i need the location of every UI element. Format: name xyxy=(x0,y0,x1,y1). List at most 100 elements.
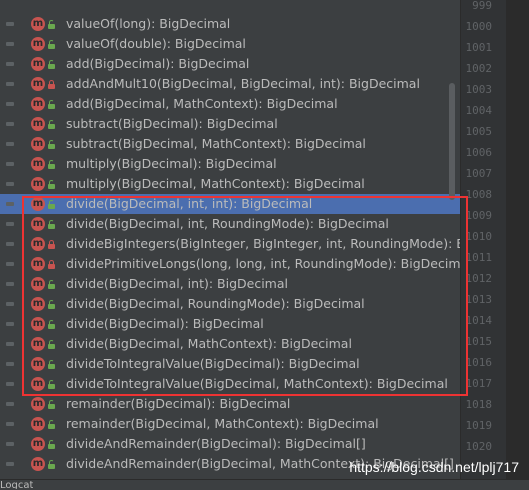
line-number: 1020 xyxy=(465,440,493,453)
member-row[interactable]: m subtract(BigDecimal, MathContext): BigD… xyxy=(0,134,460,154)
line-number: 1005 xyxy=(465,125,493,138)
logcat-tab[interactable]: Logcat xyxy=(0,479,33,489)
line-number: 1009 xyxy=(465,209,493,222)
member-signature: divideBigIntegers(BigInteger, BigInteger… xyxy=(66,236,460,251)
member-signature: add(BigDecimal): BigDecimal xyxy=(66,56,250,71)
private-lock-icon xyxy=(48,260,55,269)
member-row[interactable]: m subtract(BigDecimal): BigDecimal xyxy=(0,114,460,134)
pin-icon xyxy=(6,182,14,186)
member-signature: valueOf(double): BigDecimal xyxy=(66,36,246,51)
line-number: 1007 xyxy=(465,167,493,180)
line-number: 1004 xyxy=(465,104,493,117)
method-icon: m xyxy=(31,457,45,471)
method-icon: m xyxy=(31,37,45,51)
public-unlock-icon xyxy=(48,400,55,409)
public-unlock-icon xyxy=(48,440,55,449)
member-row[interactable]: m divide(BigDecimal, RoundingMode): BigDe… xyxy=(0,294,460,314)
member-signature: divide(BigDecimal): BigDecimal xyxy=(66,316,264,331)
public-unlock-icon xyxy=(48,100,55,109)
pin-icon xyxy=(6,62,14,66)
member-row[interactable]: m multiply(BigDecimal, MathContext): BigD… xyxy=(0,174,460,194)
member-row[interactable]: m valueOf(long): BigDecimal xyxy=(0,14,460,34)
line-number: 1003 xyxy=(465,83,493,96)
line-number: 1016 xyxy=(465,356,493,369)
method-icon: m xyxy=(31,337,45,351)
member-row[interactable]: m divideToIntegralValue(BigDecimal, MathC… xyxy=(0,374,460,394)
member-signature: divideAndRemainder(BigDecimal): BigDecim… xyxy=(66,436,366,451)
method-icon: m xyxy=(31,197,45,211)
member-signature: divideToIntegralValue(BigDecimal, MathCo… xyxy=(66,376,448,391)
public-unlock-icon xyxy=(48,60,55,69)
member-row[interactable]: m remainder(BigDecimal): BigDecimal xyxy=(0,394,460,414)
pin-icon xyxy=(6,242,14,246)
pin-icon xyxy=(6,302,14,306)
member-row[interactable]: m add(BigDecimal): BigDecimal xyxy=(0,54,460,74)
pin-icon xyxy=(6,122,14,126)
member-signature: divide(BigDecimal, int, int): BigDecimal xyxy=(66,196,313,211)
structure-member-list[interactable]: m valueOf(long): BigDecimal m valueOf(doubl… xyxy=(0,0,460,479)
line-number: 1002 xyxy=(465,62,493,75)
public-unlock-icon xyxy=(48,320,55,329)
member-row[interactable]: m divide(BigDecimal, int): BigDecimal xyxy=(0,274,460,294)
member-signature: remainder(BigDecimal, MathContext): BigD… xyxy=(66,416,379,431)
line-number: 1001 xyxy=(465,41,493,54)
member-row[interactable]: m divideToIntegralValue(BigDecimal): BigD… xyxy=(0,354,460,374)
member-row[interactable]: m divide(BigDecimal, int, RoundingMode): … xyxy=(0,214,460,234)
method-icon: m xyxy=(31,277,45,291)
member-row[interactable]: m remainder(BigDecimal, MathContext): Big… xyxy=(0,414,460,434)
member-row[interactable]: m add(BigDecimal, MathContext): BigDecima… xyxy=(0,94,460,114)
watermark-text: https://blog.csdn.net/lplj717 xyxy=(349,459,519,475)
member-row[interactable]: m divide(BigDecimal, MathContext): BigDec… xyxy=(0,334,460,354)
line-number: 1015 xyxy=(465,335,493,348)
pin-icon xyxy=(6,222,14,226)
public-unlock-icon xyxy=(48,300,55,309)
method-icon: m xyxy=(31,97,45,111)
public-unlock-icon xyxy=(48,460,55,469)
line-number: 1006 xyxy=(465,146,493,159)
member-signature: divide(BigDecimal, int, RoundingMode): B… xyxy=(66,216,389,231)
method-icon: m xyxy=(31,297,45,311)
method-icon: m xyxy=(31,17,45,31)
pin-icon xyxy=(6,202,14,206)
pin-icon xyxy=(6,22,14,26)
member-row[interactable]: m divide(BigDecimal): BigDecimal xyxy=(0,314,460,334)
public-unlock-icon xyxy=(48,360,55,369)
method-icon: m xyxy=(31,217,45,231)
member-signature: divide(BigDecimal, RoundingMode): BigDec… xyxy=(66,296,365,311)
public-unlock-icon xyxy=(48,200,55,209)
member-row[interactable]: m valueOf(double): BigDecimal xyxy=(0,34,460,54)
method-icon: m xyxy=(31,77,45,91)
method-icon: m xyxy=(31,257,45,271)
pin-icon xyxy=(6,262,14,266)
method-icon: m xyxy=(31,357,45,371)
member-signature: multiply(BigDecimal, MathContext): BigDe… xyxy=(66,176,365,191)
pin-icon xyxy=(6,42,14,46)
line-number-gutter: 999 1000 1001 1002 1003 1004 1005 1006 1007 1008 1… xyxy=(460,0,506,479)
public-unlock-icon xyxy=(48,340,55,349)
member-row[interactable]: m addAndMult10(BigDecimal, BigDecimal, in… xyxy=(0,74,460,94)
pin-icon xyxy=(6,82,14,86)
private-lock-icon xyxy=(48,240,55,249)
member-row[interactable]: m divide(BigDecimal, int, int): BigDecima… xyxy=(0,194,460,214)
line-number: 1014 xyxy=(465,314,493,327)
public-unlock-icon xyxy=(48,380,55,389)
member-signature: dividePrimitiveLongs(long, long, int, Ro… xyxy=(66,256,460,271)
member-signature: subtract(BigDecimal, MathContext): BigDe… xyxy=(66,136,366,151)
member-signature: divide(BigDecimal, int): BigDecimal xyxy=(66,276,288,291)
member-row[interactable]: m divideAndRemainder(BigDecimal): BigDeci… xyxy=(0,434,460,454)
pin-icon xyxy=(6,362,14,366)
pin-icon xyxy=(6,102,14,106)
member-signature: add(BigDecimal, MathContext): BigDecimal xyxy=(66,96,338,111)
public-unlock-icon xyxy=(48,220,55,229)
method-icon: m xyxy=(31,377,45,391)
member-row[interactable]: m multiply(BigDecimal): BigDecimal xyxy=(0,154,460,174)
public-unlock-icon xyxy=(48,20,55,29)
member-row[interactable]: m divideBigIntegers(BigInteger, BigIntege… xyxy=(0,234,460,254)
line-number: 1013 xyxy=(465,293,493,306)
pin-icon xyxy=(6,402,14,406)
public-unlock-icon xyxy=(48,160,55,169)
member-row[interactable]: m dividePrimitiveLongs(long, long, int, R… xyxy=(0,254,460,274)
member-signature: subtract(BigDecimal): BigDecimal xyxy=(66,116,278,131)
list-scrollbar[interactable] xyxy=(449,83,455,200)
method-icon: m xyxy=(31,317,45,331)
